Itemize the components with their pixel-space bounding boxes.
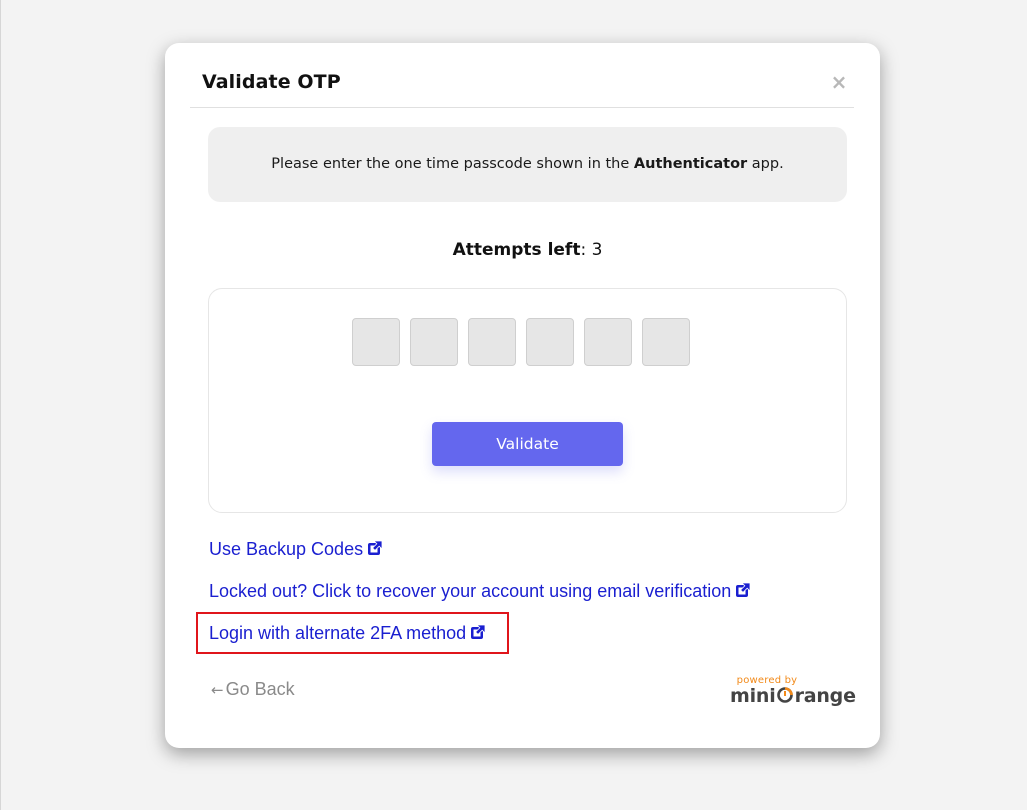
otp-digit-3[interactable] — [468, 318, 516, 366]
miniorange-logo-icon — [777, 687, 793, 703]
otp-digit-5[interactable] — [584, 318, 632, 366]
external-link-icon — [736, 582, 751, 597]
modal-title: Validate OTP — [202, 71, 341, 93]
go-back-button[interactable]: ← Go Back — [211, 679, 295, 700]
otp-digit-1[interactable] — [352, 318, 400, 366]
alternate-2fa-label: Login with alternate 2FA method — [209, 623, 467, 643]
external-link-icon — [471, 624, 486, 639]
otp-digit-2[interactable] — [410, 318, 458, 366]
modal-header: Validate OTP × — [190, 43, 854, 108]
otp-digit-4[interactable] — [526, 318, 574, 366]
external-link-icon — [368, 540, 383, 555]
otp-input-group — [352, 318, 690, 366]
attempts-left: Attempts left: 3 — [165, 240, 890, 260]
otp-digit-6[interactable] — [642, 318, 690, 366]
use-backup-codes-label: Use Backup Codes — [209, 539, 364, 559]
go-back-label: Go Back — [225, 679, 295, 699]
use-backup-codes-link[interactable]: Use Backup Codes — [209, 539, 383, 560]
attempts-left-count: 3 — [591, 240, 603, 260]
validate-otp-modal: Validate OTP × Please enter the one time… — [165, 43, 880, 748]
recover-account-label: Locked out? Click to recover your accoun… — [209, 581, 732, 601]
close-icon[interactable]: × — [830, 72, 848, 92]
alternate-2fa-link[interactable]: Login with alternate 2FA method — [209, 623, 486, 644]
validate-button[interactable]: Validate — [432, 422, 623, 466]
brand-name-part1: mini — [730, 685, 776, 707]
instruction-text-before: Please enter the one time passcode shown… — [271, 156, 634, 172]
instruction-text-after: app. — [747, 156, 784, 172]
miniorange-brand: powered by mini range — [730, 675, 856, 715]
instruction-box: Please enter the one time passcode shown… — [208, 127, 847, 202]
back-arrow-icon: ← — [211, 681, 224, 699]
brand-name-part2: range — [794, 685, 856, 707]
brand-name: mini range — [730, 685, 856, 707]
instruction-app-name: Authenticator — [633, 156, 748, 172]
otp-panel: Validate — [208, 288, 847, 513]
attempts-left-label: Attempts left — [452, 240, 581, 260]
page-edge-divider — [0, 0, 1, 810]
attempts-left-separator: : — [580, 240, 592, 260]
recover-account-link[interactable]: Locked out? Click to recover your accoun… — [209, 581, 751, 602]
page: Validate OTP × Please enter the one time… — [0, 0, 1027, 810]
